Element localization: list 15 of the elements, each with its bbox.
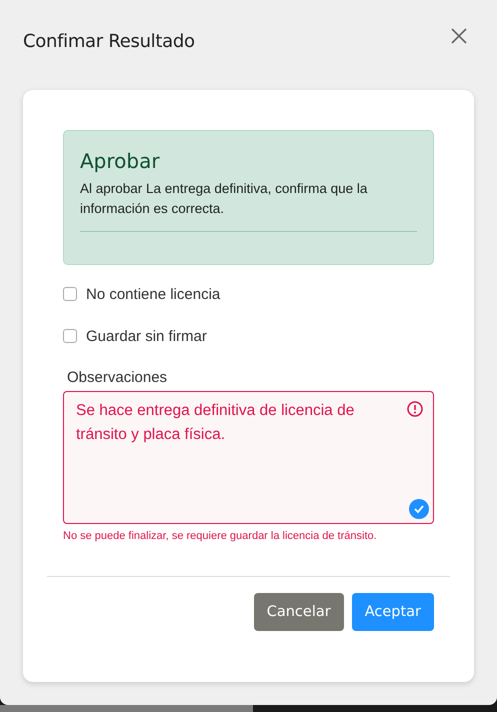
checkbox-label: Guardar sin firmar [86,328,207,344]
accept-button[interactable]: Aceptar [352,593,434,631]
close-icon[interactable] [449,26,469,46]
field-label: Observaciones [67,369,168,386]
checkbox[interactable] [63,329,77,343]
alert-text: Al aprobar La entrega definitiva, confirma que la información es correcta. [80,179,417,232]
error-message: No se puede finalizar, se requiere guardar la licencia de tránsito. [63,530,378,542]
alert-heading: Aprobar [80,149,161,173]
observations-field[interactable]: Se hace entrega definitiva de licencia de tránsito y placa física. [63,391,434,524]
error-icon [407,401,423,417]
checkbox[interactable] [63,287,77,301]
dialog-title: Confimar Resultado [23,30,195,52]
cancel-button[interactable]: Cancelar [254,593,344,631]
checkbox-label: No contiene licencia [86,286,220,302]
check-badge-icon [409,499,429,519]
